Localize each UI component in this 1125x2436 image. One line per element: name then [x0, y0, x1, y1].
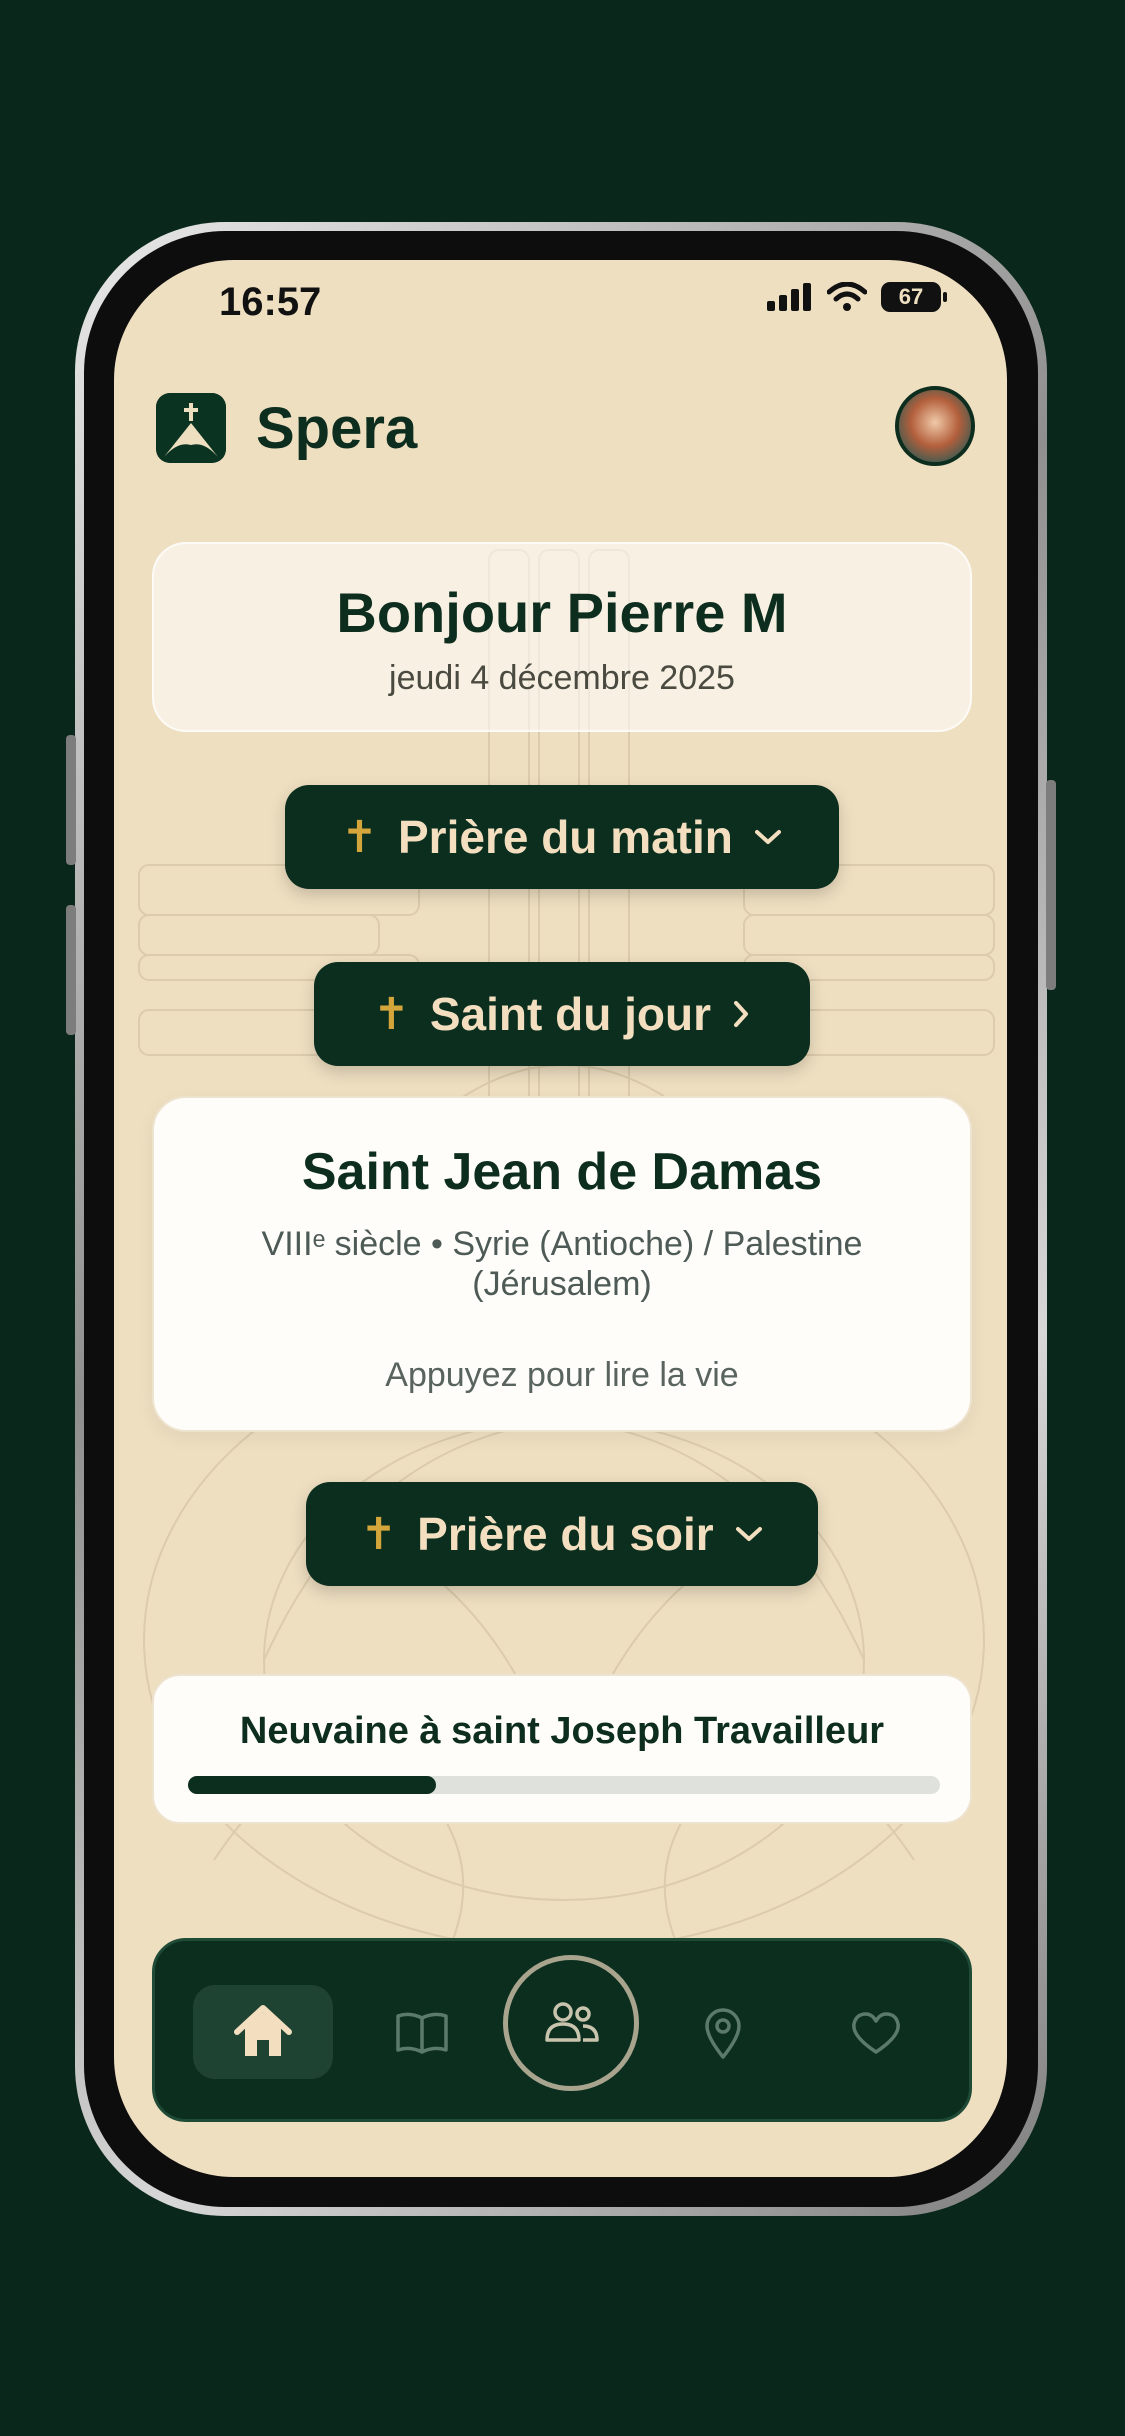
- wifi-icon: [827, 282, 867, 311]
- nav-community[interactable]: [503, 1955, 639, 2091]
- app-screen: 16:57 67 Spera Bonjour Pierre M jeudi 4 …: [114, 260, 1007, 2177]
- home-icon: [234, 2005, 292, 2056]
- action-button: [66, 735, 76, 865]
- status-time: 16:57: [219, 280, 322, 324]
- cross-icon: ✝: [373, 989, 410, 1039]
- location-icon: [705, 2008, 741, 2059]
- avatar[interactable]: [895, 386, 975, 466]
- nav-home[interactable]: [193, 1985, 333, 2079]
- chevron-down-icon: [735, 1527, 762, 1541]
- novena-card[interactable]: Neuvaine à saint Joseph Travailleur: [152, 1674, 972, 1824]
- power-button: [1046, 780, 1056, 990]
- community-icon: [545, 2002, 599, 2042]
- app-logo-icon: [156, 393, 226, 463]
- greeting-date: jeudi 4 décembre 2025: [389, 659, 735, 697]
- morning-prayer-label: Prière du matin: [398, 811, 733, 863]
- heart-icon: [852, 2012, 900, 2054]
- cross-icon: ✝: [341, 812, 378, 862]
- nav-library[interactable]: [377, 1993, 467, 2073]
- evening-prayer-label: Prière du soir: [417, 1508, 714, 1560]
- signal-icon: [767, 283, 811, 311]
- saint-name: Saint Jean de Damas: [301, 1143, 823, 1201]
- book-icon: [396, 2012, 448, 2054]
- chevron-right-icon: [733, 1001, 748, 1027]
- saint-of-day-button[interactable]: ✝ Saint du jour: [314, 962, 810, 1066]
- novena-title: Neuvaine à saint Joseph Travailleur: [239, 1710, 885, 1752]
- status-icons: 67: [767, 282, 947, 312]
- chevron-down-icon: [754, 830, 781, 844]
- greeting-card: Bonjour Pierre M jeudi 4 décembre 2025: [152, 542, 972, 732]
- nav-places[interactable]: [683, 1989, 763, 2079]
- evening-prayer-button[interactable]: ✝ Prière du soir: [306, 1482, 818, 1586]
- saint-info: VIIIᵉ siècle • Syrie (Antioche) / Palest…: [261, 1225, 863, 1303]
- novena-progress-bar: [188, 1776, 940, 1794]
- cross-icon: ✝: [360, 1509, 398, 1559]
- app-title: Spera: [256, 396, 418, 461]
- volume-button: [66, 905, 76, 1035]
- greeting-title: Bonjour Pierre M: [336, 581, 788, 644]
- morning-prayer-button[interactable]: ✝ Prière du matin: [285, 785, 839, 889]
- bottom-navigation: [152, 1938, 972, 2122]
- nav-favorites[interactable]: [831, 1993, 921, 2073]
- saint-card[interactable]: Saint Jean de Damas VIIIᵉ siècle • Syrie…: [152, 1096, 972, 1432]
- saint-of-day-label: Saint du jour: [429, 988, 711, 1040]
- saint-hint: Appuyez pour lire la vie: [385, 1356, 739, 1394]
- novena-progress-fill: [188, 1776, 437, 1794]
- battery-indicator: 67: [881, 282, 947, 312]
